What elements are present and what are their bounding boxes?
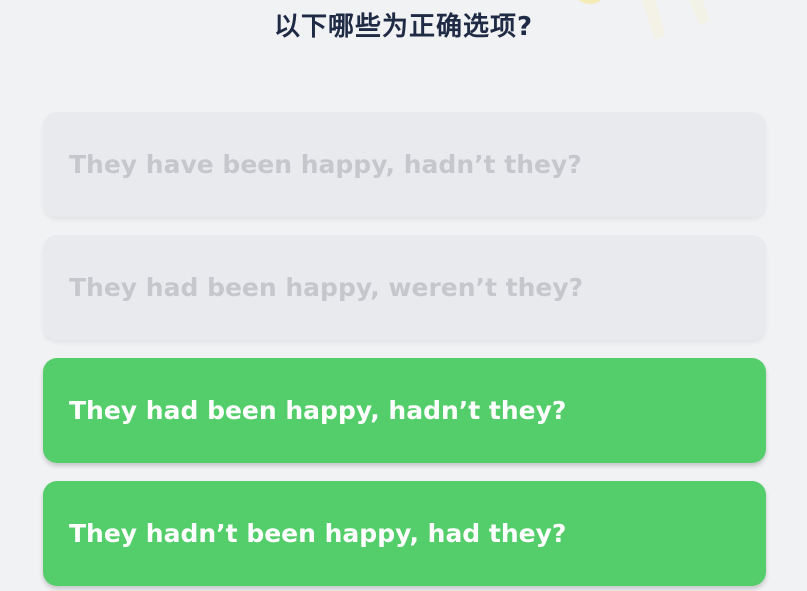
answer-options: They have been happy, hadn’t they? They … <box>43 112 766 591</box>
answer-option-4[interactable]: They hadn’t been happy, had they? <box>43 481 766 586</box>
answer-option-label: They had been happy, weren’t they? <box>69 273 584 302</box>
question-title: 以下哪些为正确选项? <box>273 12 534 42</box>
answer-option-3[interactable]: They had been happy, hadn’t they? <box>43 358 766 463</box>
answer-option-label: They had been happy, hadn’t they? <box>69 396 567 425</box>
answer-option-label: They have been happy, hadn’t they? <box>69 150 582 179</box>
answer-option-2[interactable]: They had been happy, weren’t they? <box>43 235 766 340</box>
answer-option-label: They hadn’t been happy, had they? <box>69 519 567 548</box>
answer-option-1[interactable]: They have been happy, hadn’t they? <box>43 112 766 217</box>
quiz-screen: 以下哪些为正确选项? They have been happy, hadn’t … <box>0 0 807 591</box>
